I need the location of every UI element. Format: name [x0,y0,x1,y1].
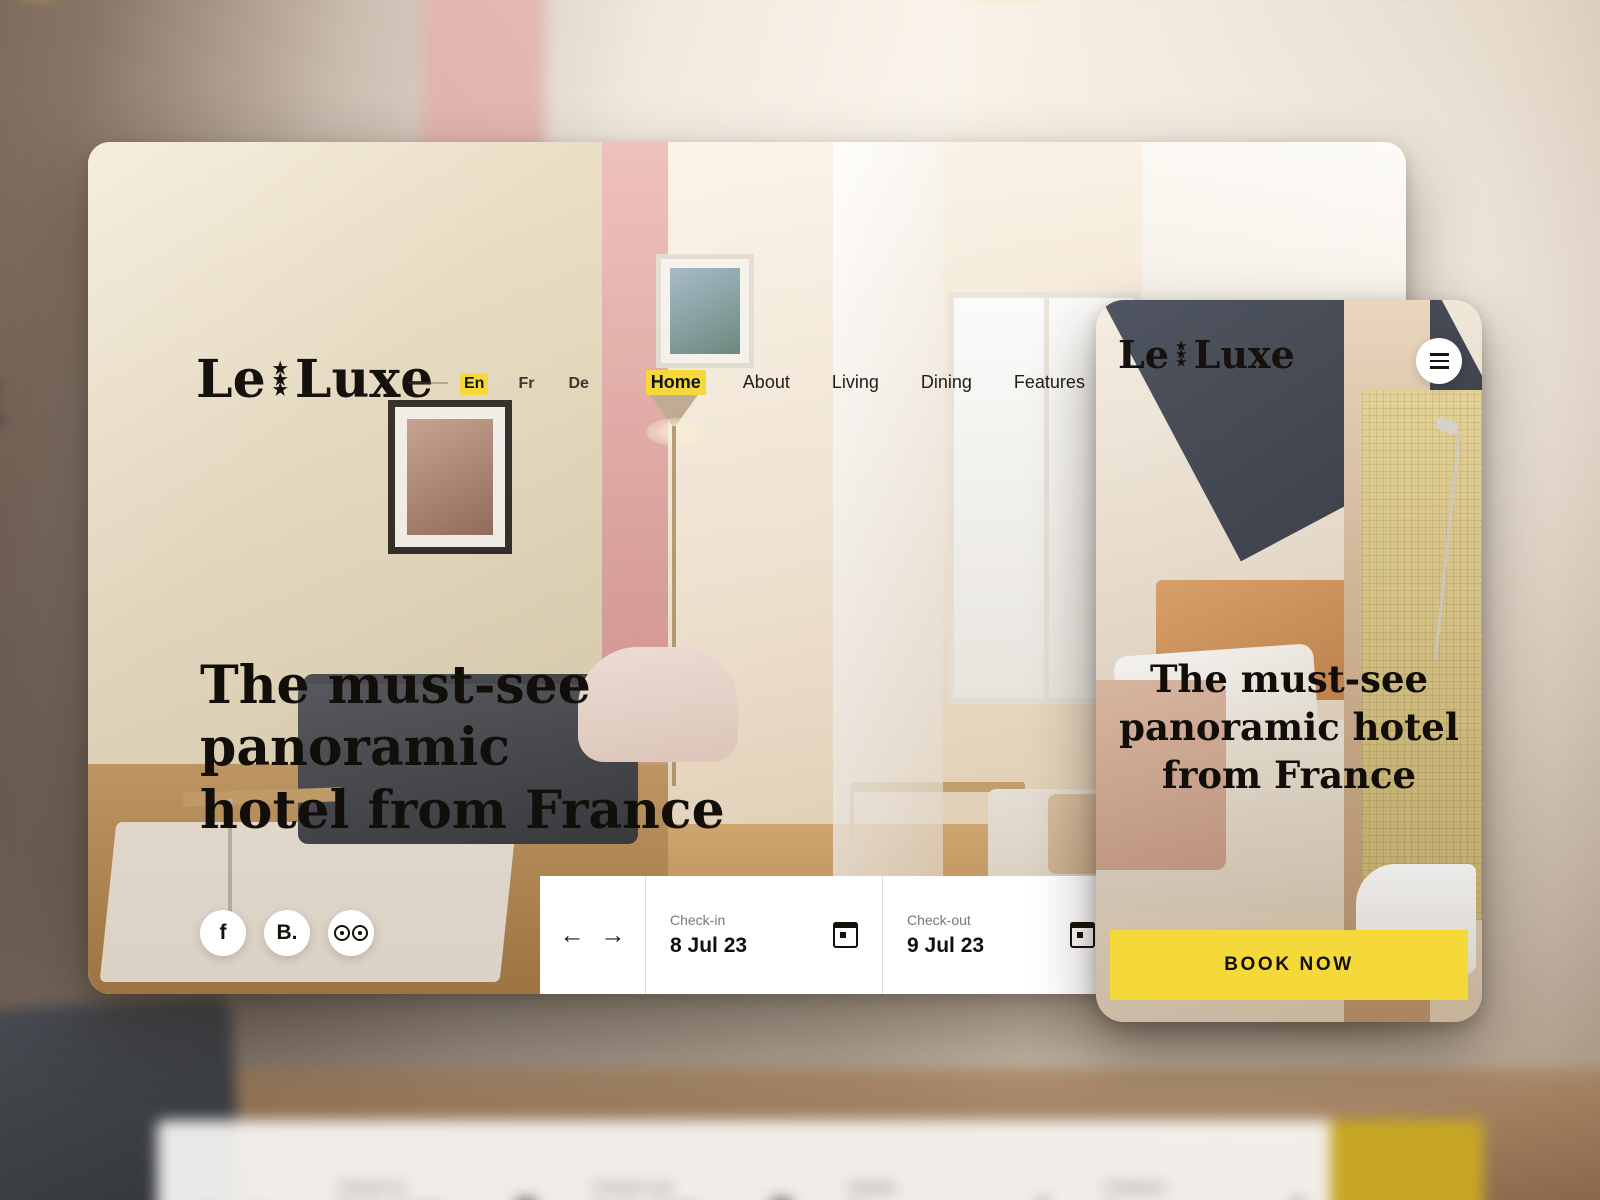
checkout-label: Check-out [907,912,971,928]
background-adults-field: Adults 2 ^ [820,1162,1075,1200]
background-children-field: Children 0 ^ [1075,1162,1330,1200]
mobile-hamburger-menu-icon[interactable] [1416,338,1462,384]
checkout-field[interactable]: Check-out 9 Jul 23 [882,876,1119,994]
background-checkout-label: Check-out [592,1178,672,1198]
mobile-mockup: Le ★ ★ ★ Luxe The must-see panoramic hot… [1096,300,1482,1022]
background-adults-label: Adults [847,1178,897,1198]
prev-arrow-icon[interactable]: ← [560,921,585,950]
checkin-label: Check-in [670,912,726,928]
mobile-hero-line-3: from France [1161,752,1417,797]
background-hero-line-1: must [0,355,2,444]
tripadvisor-icon[interactable] [328,910,374,956]
mobile-hero-line-1: The must-see [1149,656,1429,701]
language-option-de[interactable]: De [564,373,592,395]
booking-icon[interactable]: B. [264,910,310,956]
logo-word-le: Le [196,349,266,410]
logo-word-luxe: Luxe [294,349,434,410]
background-adults-chevron-icon: ^ [1036,1191,1048,1200]
background-booking-arrows: ← → [157,1187,310,1200]
background-calendar-icon: ▣ [514,1191,539,1200]
booking-arrows: ← → [540,876,645,994]
background-calendar-icon-2: ▣ [769,1191,794,1200]
background-children-chevron-icon: ^ [1291,1191,1303,1200]
calendar-icon-checkin[interactable] [832,921,859,948]
header-divider [408,382,448,384]
nav-item-home[interactable]: Home [645,370,706,395]
background-booking-bar: ← → Check-in 8 Jul 23 ▣ Check-out 9 Jul … [157,1120,1484,1200]
hero-heading-line-1: The must-see panoramic [200,654,591,779]
background-hero-heading: must from [0,355,2,533]
mobile-hamburger-bar-3 [1429,366,1449,369]
checkin-text: Check-in 8 Jul 23 [670,912,747,958]
background-header: xe En Fr De Home About Living Dining Fea… [0,0,1600,19]
nav-item-about[interactable]: About [738,370,795,395]
language-switcher: En Fr De [460,373,593,395]
background-checkin-label: Check-in [337,1178,407,1198]
logo-star-3: ★ [272,380,288,401]
language-option-en[interactable]: En [460,373,489,395]
language-option-fr[interactable]: Fr [514,373,538,395]
social-links: f B. [200,910,374,956]
hero-heading-line-2: hotel from France [200,779,725,841]
background-checkout-field: Check-out 9 Jul 23 ▣ [565,1162,820,1200]
checkin-value: 8 Jul 23 [670,934,748,957]
owl-eye-left [334,925,350,941]
nav-item-dining[interactable]: Dining [916,370,977,395]
desktop-header: Le ★ ★ ★ Luxe En Fr De Home About Living… [88,142,1406,406]
mobile-hero-line-2: panoramic hotel [1119,704,1459,749]
next-arrow-icon[interactable]: → [601,921,626,950]
background-prev-arrow-icon: ← [194,1187,229,1200]
mobile-hamburger-bar-2 [1429,359,1449,363]
hero-heading: The must-see panoramic hotel from France [200,655,840,842]
mobile-logo-stars-icon: ★ ★ ★ [1175,341,1187,369]
background-children-label: Children [1102,1178,1168,1198]
mobile-logo-word-luxe: Luxe [1193,332,1296,377]
background-next-arrow-icon: → [239,1187,274,1200]
mobile-logo-word-le: Le [1118,332,1169,377]
mobile-logo-star-3: ★ [1175,354,1187,369]
logo-stars-icon: ★ ★ ★ [272,360,288,401]
checkin-field[interactable]: Check-in 8 Jul 23 [645,876,882,994]
background-hero-line-2: from [0,444,2,533]
owl-eye-right [352,925,368,941]
mobile-hamburger-bar-1 [1429,353,1449,356]
background-book-button [1330,1120,1484,1200]
nav-item-living[interactable]: Living [827,370,884,395]
mobile-hero-heading: The must-see panoramic hotel from France [1118,655,1460,799]
mobile-site-logo[interactable]: Le ★ ★ ★ Luxe [1118,332,1296,377]
book-now-button[interactable]: BOOK NOW [1110,930,1468,1000]
checkout-text: Check-out 9 Jul 23 [907,912,984,958]
facebook-icon[interactable]: f [200,910,246,956]
tripadvisor-owl-glyph [334,925,368,941]
nav-item-features[interactable]: Features [1009,370,1090,395]
background-checkin-field: Check-in 8 Jul 23 ▣ [310,1162,565,1200]
calendar-icon-checkout[interactable] [1069,921,1096,948]
site-logo[interactable]: Le ★ ★ ★ Luxe [196,349,434,410]
checkout-value: 9 Jul 23 [907,934,985,957]
